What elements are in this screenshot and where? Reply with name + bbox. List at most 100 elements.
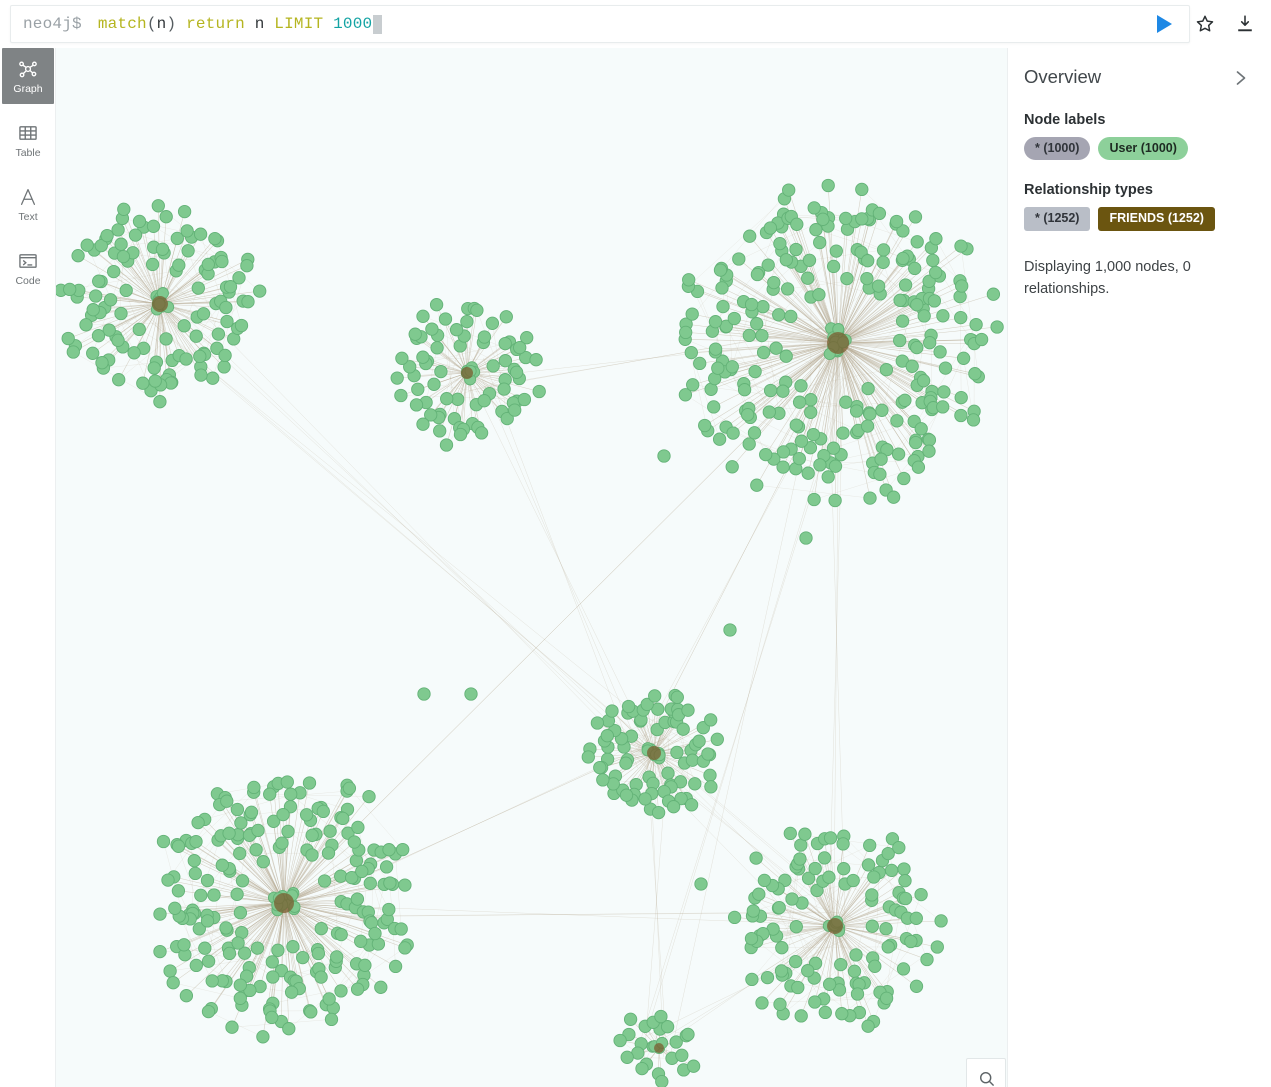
graph-node-3-43[interactable] xyxy=(297,951,309,963)
graph-node-5-103[interactable] xyxy=(921,953,933,965)
graph-node-1-52[interactable] xyxy=(396,352,408,364)
graph-node-1-14[interactable] xyxy=(478,395,490,407)
graph-node-0-1[interactable] xyxy=(160,333,172,345)
graph-node-2-205[interactable] xyxy=(856,213,868,225)
graph-node-2-120[interactable] xyxy=(709,316,721,328)
graph-node-2-106[interactable] xyxy=(861,420,873,432)
graph-node-2-194[interactable] xyxy=(764,222,776,234)
graph-node-2-101[interactable] xyxy=(899,394,911,406)
graph-node-2-152[interactable] xyxy=(937,310,949,322)
graph-node-0-106[interactable] xyxy=(207,372,219,384)
graph-node-5-94[interactable] xyxy=(837,838,849,850)
graph-node-1-23[interactable] xyxy=(478,331,490,343)
graph-node-3-73[interactable] xyxy=(356,865,368,877)
graph-node-2-139[interactable] xyxy=(873,207,885,219)
graph-node-2-98[interactable] xyxy=(917,375,929,387)
graph-node-1-65[interactable] xyxy=(475,427,487,439)
graph-node-3-11[interactable] xyxy=(306,849,318,861)
graph-node-3-190[interactable] xyxy=(283,1023,295,1035)
graph-node-3-7[interactable] xyxy=(236,875,248,887)
graph-node-0-7[interactable] xyxy=(192,282,204,294)
graph-node-5-90[interactable] xyxy=(784,827,796,839)
graph-node-2-206[interactable] xyxy=(890,215,902,227)
graph-node-3-181[interactable] xyxy=(389,960,401,972)
graph-node-2-190[interactable] xyxy=(683,274,695,286)
graph-node-5-114[interactable] xyxy=(746,973,758,985)
graph-node-0-94[interactable] xyxy=(160,211,172,223)
graph-node-0-110[interactable] xyxy=(149,375,161,387)
graph-node-1-57[interactable] xyxy=(471,304,483,316)
graph-node-2-249[interactable] xyxy=(687,379,699,391)
graph-hub-cluster-bottom-right[interactable] xyxy=(827,918,843,934)
graph-node-5-1[interactable] xyxy=(835,958,847,970)
graph-node-2-8[interactable] xyxy=(773,309,785,321)
graph-node-2-251[interactable] xyxy=(712,362,724,374)
graph-node-0-53[interactable] xyxy=(87,304,99,316)
graph-node-5-85[interactable] xyxy=(761,971,773,983)
graph-node-2-69[interactable] xyxy=(728,312,740,324)
graph-node-0-37[interactable] xyxy=(156,243,168,255)
graph-node-2-166[interactable] xyxy=(892,448,904,460)
graph-node-0-117[interactable] xyxy=(64,283,76,295)
graph-node-3-62[interactable] xyxy=(252,824,264,836)
graph-node-3-1[interactable] xyxy=(287,941,299,953)
graph-node-2-233[interactable] xyxy=(887,491,899,503)
graph-node-0-84[interactable] xyxy=(87,347,99,359)
graph-node-2-42[interactable] xyxy=(877,256,889,268)
graph-node-6-17[interactable] xyxy=(655,1010,667,1022)
graph-node-4-63[interactable] xyxy=(671,691,683,703)
graph-node-0-97[interactable] xyxy=(209,232,221,244)
graph-node-3-52[interactable] xyxy=(201,915,213,927)
graph-node-4-64[interactable] xyxy=(682,704,694,716)
graph-node-2-16[interactable] xyxy=(894,334,906,346)
graph-node-0-89[interactable] xyxy=(101,229,113,241)
graph-node-6-10[interactable] xyxy=(636,1062,648,1074)
graph-node-0-93[interactable] xyxy=(152,200,164,212)
graph-node-5-82[interactable] xyxy=(809,996,821,1008)
graph-node-0-45[interactable] xyxy=(221,315,233,327)
graph-node-0-103[interactable] xyxy=(235,319,247,331)
graph-node-5-112[interactable] xyxy=(756,997,768,1009)
graph-node-1-31[interactable] xyxy=(410,399,422,411)
graph-node-2-222[interactable] xyxy=(937,401,949,413)
graph-node-5-99[interactable] xyxy=(915,888,927,900)
graph-node-1-40[interactable] xyxy=(499,337,511,349)
graph-node-5-98[interactable] xyxy=(885,864,897,876)
graph-node-3-117[interactable] xyxy=(352,821,364,833)
graph-node-2-214[interactable] xyxy=(956,280,968,292)
graph-node-1-37[interactable] xyxy=(439,313,451,325)
graph-node-2-229[interactable] xyxy=(910,436,922,448)
graph-node-3-82[interactable] xyxy=(331,951,343,963)
graph-node-0-51[interactable] xyxy=(148,362,160,374)
graph-visualization[interactable] xyxy=(56,48,1007,1087)
graph-node-1-63[interactable] xyxy=(518,393,530,405)
graph-node-0-100[interactable] xyxy=(254,285,266,297)
graph-hub-cluster-top-right[interactable] xyxy=(827,332,849,354)
graph-node-3-180[interactable] xyxy=(399,942,411,954)
graph-node-2-198[interactable] xyxy=(817,213,829,225)
node-label-badge-1[interactable]: User (1000) xyxy=(1098,137,1187,160)
graph-node-5-25[interactable] xyxy=(848,965,860,977)
graph-node-3-14[interactable] xyxy=(315,922,327,934)
graph-node-4-49[interactable] xyxy=(689,778,701,790)
graph-node-0-77[interactable] xyxy=(194,350,206,362)
sidebar-item-code[interactable]: Code xyxy=(2,240,54,296)
graph-node-2-79[interactable] xyxy=(814,236,826,248)
collapse-panel-button[interactable] xyxy=(1233,68,1251,90)
graph-node-5-102[interactable] xyxy=(931,941,943,953)
graph-node-6-16[interactable] xyxy=(624,1013,636,1025)
graph-node-3-164[interactable] xyxy=(303,777,315,789)
graph-node-3-5[interactable] xyxy=(234,907,246,919)
graph-node-2-250[interactable] xyxy=(685,346,697,358)
graph-hub-cluster-bottom-left[interactable] xyxy=(274,893,294,913)
graph-node-4-65[interactable] xyxy=(705,714,717,726)
graph-node-2-29[interactable] xyxy=(751,318,763,330)
graph-node-1-19[interactable] xyxy=(417,351,429,363)
graph-node-2-41[interactable] xyxy=(872,280,884,292)
graph-node-3-174[interactable] xyxy=(384,877,396,889)
graph-node-0-107[interactable] xyxy=(195,369,207,381)
graph-node-3-129[interactable] xyxy=(369,927,381,939)
graph-node-3-3[interactable] xyxy=(251,942,263,954)
graph-node-5-60[interactable] xyxy=(794,853,806,865)
graph-hub-cluster-bottom-small[interactable] xyxy=(654,1043,664,1053)
